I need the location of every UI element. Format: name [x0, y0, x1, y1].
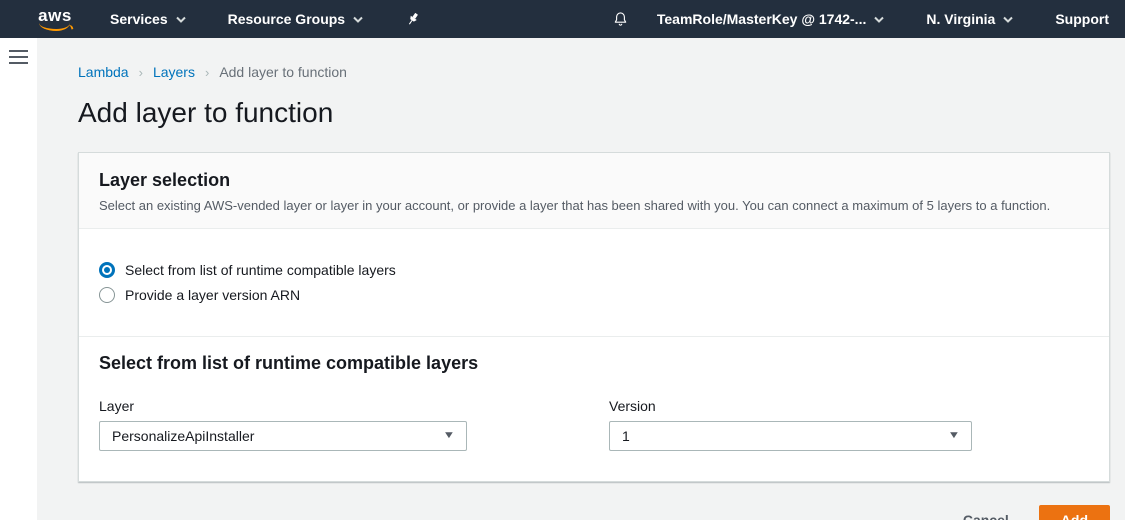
account-label: TeamRole/MasterKey @ 1742-... — [657, 11, 866, 27]
version-field-label: Version — [609, 398, 972, 414]
card-description: Select an existing AWS-vended layer or l… — [99, 198, 1089, 213]
aws-logo[interactable]: aws — [0, 6, 110, 32]
layer-field: Layer PersonalizeApiInstaller ▼ — [99, 398, 467, 451]
page-body: Lambda › Layers › Add layer to function … — [0, 38, 1125, 520]
main-content: Lambda › Layers › Add layer to function … — [37, 38, 1125, 520]
radio-option-label: Provide a layer version ARN — [125, 287, 300, 303]
nav-services-menu[interactable]: Services — [110, 11, 186, 27]
chevron-down-icon — [1003, 16, 1013, 23]
nav-resource-groups-menu[interactable]: Resource Groups — [228, 11, 363, 27]
card-title: Layer selection — [99, 170, 1089, 191]
radio-option-label: Select from list of runtime compatible l… — [125, 262, 396, 278]
dropdown-caret-icon: ▼ — [948, 431, 961, 441]
breadcrumb-separator-icon: › — [139, 65, 143, 80]
pushpin-icon[interactable] — [405, 11, 421, 27]
page-title: Add layer to function — [78, 97, 1110, 129]
card-header: Layer selection Select an existing AWS-v… — [79, 153, 1109, 229]
section-title: Select from list of runtime compatible l… — [99, 353, 1089, 374]
region-menu[interactable]: N. Virginia — [926, 11, 1013, 27]
nav-resource-groups-label: Resource Groups — [228, 11, 345, 27]
breadcrumb-link-lambda[interactable]: Lambda — [78, 64, 129, 80]
cancel-button[interactable]: Cancel — [963, 512, 1009, 520]
chevron-down-icon — [176, 16, 186, 23]
breadcrumb-link-layers[interactable]: Layers — [153, 64, 195, 80]
radio-option-runtime-compatible[interactable]: Select from list of runtime compatible l… — [99, 262, 1089, 278]
top-nav: aws Services Resource Groups TeamRole/Ma — [0, 0, 1125, 38]
aws-logo-text: aws — [38, 6, 72, 32]
radio-unselected-icon[interactable] — [99, 287, 115, 303]
breadcrumb-current: Add layer to function — [219, 64, 347, 80]
radio-selected-icon[interactable] — [99, 262, 115, 278]
version-field: Version 1 ▼ — [609, 398, 972, 451]
layer-selection-card: Layer selection Select an existing AWS-v… — [78, 152, 1110, 482]
chevron-down-icon — [353, 16, 363, 23]
add-button[interactable]: Add — [1039, 505, 1110, 520]
layer-select[interactable]: PersonalizeApiInstaller ▼ — [99, 421, 467, 451]
hamburger-menu-icon[interactable] — [9, 48, 28, 68]
footer-actions: Cancel Add — [78, 505, 1110, 520]
breadcrumb-separator-icon: › — [205, 65, 209, 80]
layer-select-value: PersonalizeApiInstaller — [112, 428, 254, 444]
dropdown-caret-icon: ▼ — [443, 431, 456, 441]
layer-source-radio-group: Select from list of runtime compatible l… — [79, 229, 1109, 336]
sidebar-rail — [0, 38, 37, 520]
breadcrumb: Lambda › Layers › Add layer to function — [78, 64, 1110, 80]
nav-services-label: Services — [110, 11, 168, 27]
account-menu[interactable]: TeamRole/MasterKey @ 1742-... — [657, 11, 884, 27]
region-label: N. Virginia — [926, 11, 995, 27]
layer-field-label: Layer — [99, 398, 467, 414]
runtime-compatible-section: Select from list of runtime compatible l… — [79, 336, 1109, 481]
field-row: Layer PersonalizeApiInstaller ▼ Version … — [99, 398, 1089, 451]
chevron-down-icon — [874, 16, 884, 23]
radio-option-layer-arn[interactable]: Provide a layer version ARN — [99, 287, 1089, 303]
nav-support-menu[interactable]: Support — [1055, 11, 1109, 27]
version-select[interactable]: 1 ▼ — [609, 421, 972, 451]
notifications-bell-icon[interactable] — [612, 10, 629, 28]
nav-support-label: Support — [1055, 11, 1109, 27]
version-select-value: 1 — [622, 428, 630, 444]
